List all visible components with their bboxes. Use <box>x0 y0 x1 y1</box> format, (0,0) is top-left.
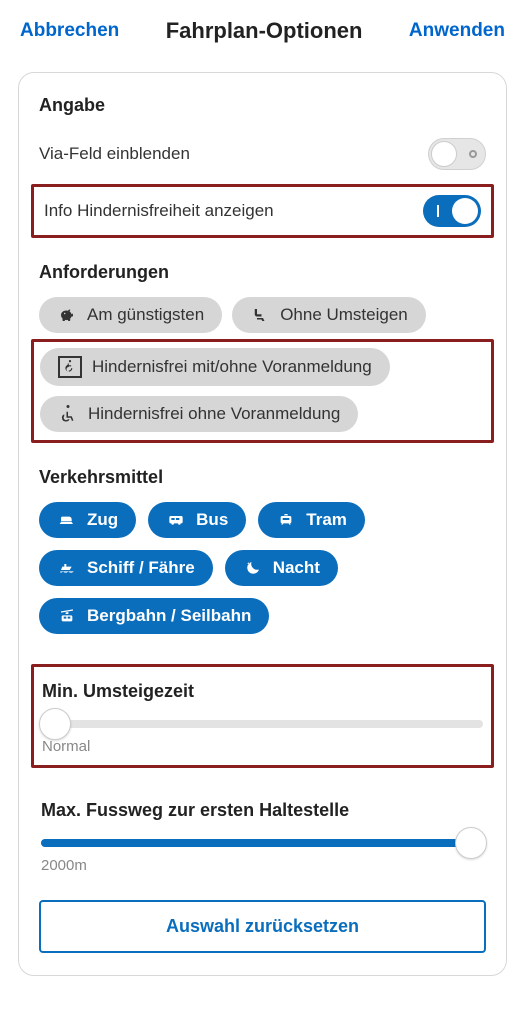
chip-nacht[interactable]: Nacht <box>225 550 338 586</box>
chip-bergbahn[interactable]: Bergbahn / Seilbahn <box>39 598 269 634</box>
cancel-button[interactable]: Abbrechen <box>20 20 119 42</box>
chip-label: Hindernisfrei ohne Voranmeldung <box>88 404 340 424</box>
train-icon <box>57 511 77 529</box>
wheelchair-icon <box>58 405 78 423</box>
section-angabe-title: Angabe <box>39 95 486 116</box>
page-title: Fahrplan-Optionen <box>166 18 363 44</box>
hindernisfreiheit-toggle[interactable] <box>423 195 481 227</box>
section-anforderungen-title: Anforderungen <box>39 262 486 283</box>
fussweg-slider[interactable] <box>41 839 484 847</box>
chip-tram[interactable]: Tram <box>258 502 365 538</box>
seat-icon <box>250 306 270 324</box>
fussweg-title: Max. Fussweg zur ersten Haltestelle <box>41 800 484 821</box>
reset-button[interactable]: Auswahl zurücksetzen <box>39 900 486 953</box>
row-hindernisfreiheit: Info Hindernisfreiheit anzeigen <box>40 193 485 229</box>
piggybank-icon <box>57 306 77 324</box>
slider-thumb[interactable] <box>39 708 71 740</box>
chip-label: Bus <box>196 510 228 530</box>
via-feld-toggle[interactable] <box>428 138 486 170</box>
options-card: Angabe Via-Feld einblenden Info Hinderni… <box>18 72 507 976</box>
via-feld-label: Via-Feld einblenden <box>39 144 190 164</box>
row-via-feld: Via-Feld einblenden <box>39 130 486 178</box>
chip-ohne-umsteigen[interactable]: Ohne Umsteigen <box>232 297 426 333</box>
bus-icon <box>166 511 186 529</box>
top-bar: Abbrechen Fahrplan-Optionen Anwenden <box>0 0 525 58</box>
chip-hindernisfrei-mit[interactable]: Hindernisfrei mit/ohne Voranmeldung <box>40 348 390 386</box>
chip-hindernisfrei-ohne[interactable]: Hindernisfrei ohne Voranmeldung <box>40 396 358 432</box>
chip-label: Ohne Umsteigen <box>280 305 408 325</box>
slider-thumb[interactable] <box>455 827 487 859</box>
section-verkehrsmittel-title: Verkehrsmittel <box>39 467 486 488</box>
chip-schiff[interactable]: Schiff / Fähre <box>39 550 213 586</box>
chip-zug[interactable]: Zug <box>39 502 136 538</box>
apply-button[interactable]: Anwenden <box>409 20 505 42</box>
tram-icon <box>276 511 296 529</box>
chip-am-guenstigsten[interactable]: Am günstigsten <box>39 297 222 333</box>
chip-label: Zug <box>87 510 118 530</box>
highlight-umsteigezeit: Min. Umsteigezeit Normal <box>31 664 494 768</box>
chip-label: Hindernisfrei mit/ohne Voranmeldung <box>92 357 372 377</box>
cablecar-icon <box>57 607 77 625</box>
umsteigezeit-title: Min. Umsteigezeit <box>42 681 483 702</box>
hindernisfreiheit-label: Info Hindernisfreiheit anzeigen <box>44 201 274 221</box>
wheelchair-box-icon <box>58 356 82 378</box>
verkehrsmittel-chips: Zug Bus Tram Schiff / Fähre Nacht <box>39 502 486 634</box>
moon-icon <box>243 559 263 577</box>
umsteigezeit-value: Normal <box>42 738 483 755</box>
ship-icon <box>57 559 77 577</box>
umsteigezeit-slider[interactable] <box>42 720 483 728</box>
highlight-hindernisfreiheit: Info Hindernisfreiheit anzeigen <box>31 184 494 238</box>
umsteigezeit-block: Min. Umsteigezeit Normal <box>40 673 485 759</box>
fussweg-block: Max. Fussweg zur ersten Haltestelle 2000… <box>39 792 486 878</box>
anforderungen-chips-row1: Am günstigsten Ohne Umsteigen <box>39 297 486 333</box>
chip-label: Schiff / Fähre <box>87 558 195 578</box>
fussweg-value: 2000m <box>41 857 484 874</box>
chip-bus[interactable]: Bus <box>148 502 246 538</box>
chip-label: Tram <box>306 510 347 530</box>
chip-label: Am günstigsten <box>87 305 204 325</box>
chip-label: Nacht <box>273 558 320 578</box>
highlight-hindernisfrei-chips: Hindernisfrei mit/ohne Voranmeldung Hind… <box>31 339 494 443</box>
chip-label: Bergbahn / Seilbahn <box>87 606 251 626</box>
